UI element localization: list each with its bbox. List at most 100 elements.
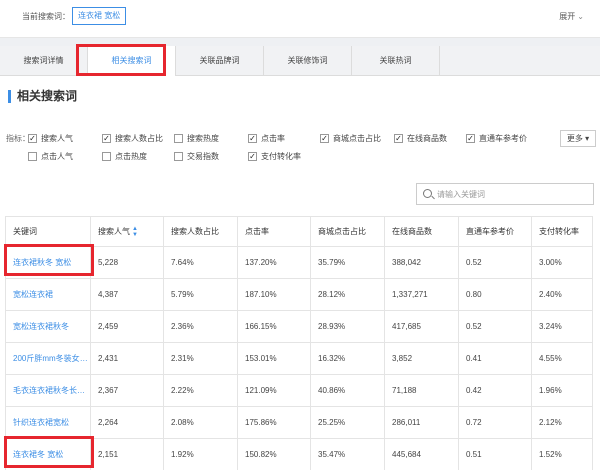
- checkbox[interactable]: ✓: [248, 134, 257, 143]
- keyword-link[interactable]: 毛衣连衣裙秋冬长款...: [5, 374, 91, 407]
- metric-ctr[interactable]: ✓ 点击率: [248, 133, 285, 144]
- tab-search-detail[interactable]: 搜索词详情: [0, 46, 88, 76]
- table-cell: 166.15%: [237, 310, 311, 343]
- metric-online-items[interactable]: ✓ 在线商品数: [394, 133, 447, 144]
- table-cell: 1.52%: [531, 438, 593, 470]
- table-cell: 2,459: [90, 310, 164, 343]
- table-header-row: 关键词 搜索人气 ▲ ▼ 搜索人数占比 点击率 商城点击占比 在线商品数 直通车参考…: [5, 216, 593, 247]
- table-cell: 0.80: [458, 278, 532, 311]
- col-ztc-price[interactable]: 直通车参考价: [458, 216, 532, 247]
- expand-label: 展开: [559, 12, 576, 21]
- col-pay-conversion[interactable]: 支付转化率: [531, 216, 593, 247]
- table-cell: 175.86%: [237, 406, 311, 439]
- checkbox[interactable]: [174, 134, 183, 143]
- expand-toggle[interactable]: 展开 ⌄: [559, 11, 584, 22]
- table-cell: 3.00%: [531, 246, 593, 279]
- checkbox[interactable]: ✓: [320, 134, 329, 143]
- more-button[interactable]: 更多 ▾: [560, 130, 596, 147]
- table-cell: 2,367: [90, 374, 164, 407]
- table-cell: 3,852: [384, 342, 459, 375]
- checkbox[interactable]: ✓: [102, 134, 111, 143]
- keyword-link[interactable]: 宽松连衣裙: [5, 278, 91, 311]
- keyword-search: [416, 183, 594, 205]
- checkbox[interactable]: [102, 152, 111, 161]
- table-cell: 2.22%: [163, 374, 238, 407]
- table-cell: 0.42: [458, 374, 532, 407]
- metric-search-share[interactable]: ✓ 搜索人数占比: [102, 133, 163, 144]
- table-cell: 5.79%: [163, 278, 238, 311]
- col-search-popularity[interactable]: 搜索人气 ▲ ▼: [90, 216, 164, 247]
- checkbox[interactable]: ✓: [394, 134, 403, 143]
- checkbox[interactable]: [28, 152, 37, 161]
- checkbox[interactable]: ✓: [466, 134, 475, 143]
- table-cell: 2.12%: [531, 406, 593, 439]
- sort-icon[interactable]: ▲ ▼: [132, 226, 138, 238]
- checkbox[interactable]: [174, 152, 183, 161]
- table-row: 毛衣连衣裙秋冬长款... 2,367 2.22% 121.09% 40.86% 71,18…: [5, 374, 593, 407]
- table-row: 连衣裙冬 宽松 2,151 1.92% 150.82% 35.47% 445,684 0.5…: [5, 438, 593, 470]
- table-cell: 35.47%: [310, 438, 385, 470]
- checkbox[interactable]: ✓: [28, 134, 37, 143]
- related-terms-table: 关键词 搜索人气 ▲ ▼ 搜索人数占比 点击率 商城点击占比 在线商品数 直通车参考…: [5, 216, 593, 470]
- col-ctr[interactable]: 点击率: [237, 216, 311, 247]
- table-cell: 153.01%: [237, 342, 311, 375]
- current-search-tag[interactable]: 连衣裙 宽松: [72, 7, 127, 25]
- metric-pay-conversion[interactable]: ✓ 支付转化率: [248, 151, 301, 162]
- current-search-label: 当前搜索词：: [22, 12, 70, 21]
- checkbox[interactable]: ✓: [248, 152, 257, 161]
- table-cell: 0.52: [458, 246, 532, 279]
- table-cell: 150.82%: [237, 438, 311, 470]
- table-cell: 5,228: [90, 246, 164, 279]
- table-cell: 71,188: [384, 374, 459, 407]
- table-row: 针织连衣裙宽松 2,264 2.08% 175.86% 25.25% 286,011 0.7…: [5, 406, 593, 439]
- chevron-down-icon: ⌄: [577, 12, 584, 21]
- tab-related-terms[interactable]: 相关搜索词: [88, 46, 176, 77]
- col-search-share[interactable]: 搜索人数占比: [163, 216, 238, 247]
- keyword-link[interactable]: 连衣裙冬 宽松: [5, 438, 91, 470]
- topbar: 当前搜索词： 连衣裙 宽松 展开 ⌄: [0, 0, 600, 38]
- table-cell: 0.41: [458, 342, 532, 375]
- table-cell: 445,684: [384, 438, 459, 470]
- col-online-items[interactable]: 在线商品数: [384, 216, 459, 247]
- tab-related-hot[interactable]: 关联热词: [352, 46, 440, 76]
- table-cell: 2,264: [90, 406, 164, 439]
- table-row: 宽松连衣裙秋冬 2,459 2.36% 166.15% 28.93% 417,685 0.5…: [5, 310, 593, 343]
- metric-mall-click-share[interactable]: ✓ 商城点击占比: [320, 133, 381, 144]
- table-cell: 137.20%: [237, 246, 311, 279]
- table-cell: 2,151: [90, 438, 164, 470]
- table-cell: 0.51: [458, 438, 532, 470]
- table-cell: 25.25%: [310, 406, 385, 439]
- table-cell: 4.55%: [531, 342, 593, 375]
- table-cell: 388,042: [384, 246, 459, 279]
- table-cell: 2.08%: [163, 406, 238, 439]
- metric-ztc-price[interactable]: ✓ 直通车参考价: [466, 133, 527, 144]
- metric-search-heat[interactable]: 搜索热度: [174, 133, 219, 144]
- metric-click-heat[interactable]: 点击热度: [102, 151, 147, 162]
- table-cell: 121.09%: [237, 374, 311, 407]
- table-row: 200斤胖mm冬装女大... 2,431 2.31% 153.01% 16.32% 3,8…: [5, 342, 593, 375]
- table-cell: 187.10%: [237, 278, 311, 311]
- keyword-link[interactable]: 宽松连衣裙秋冬: [5, 310, 91, 343]
- table-cell: 1.92%: [163, 438, 238, 470]
- keyword-link[interactable]: 针织连衣裙宽松: [5, 406, 91, 439]
- col-mall-click-share[interactable]: 商城点击占比: [310, 216, 385, 247]
- table-cell: 1,337,271: [384, 278, 459, 311]
- table-cell: 1.96%: [531, 374, 593, 407]
- tab-related-brand[interactable]: 关联品牌词: [176, 46, 264, 76]
- keyword-link[interactable]: 200斤胖mm冬装女大...: [5, 342, 91, 375]
- table-cell: 2.40%: [531, 278, 593, 311]
- table-cell: 0.72: [458, 406, 532, 439]
- metric-trade-index[interactable]: 交易指数: [174, 151, 219, 162]
- tab-related-modifier[interactable]: 关联修饰词: [264, 46, 352, 76]
- keyword-link[interactable]: 连衣裙秋冬 宽松: [5, 246, 91, 279]
- metric-search-popularity[interactable]: ✓ 搜索人气: [28, 133, 73, 144]
- search-input[interactable]: [437, 187, 587, 201]
- metric-click-popularity[interactable]: 点击人气: [28, 151, 73, 162]
- table-cell: 3.24%: [531, 310, 593, 343]
- table-cell: 2.31%: [163, 342, 238, 375]
- table-row: 连衣裙秋冬 宽松 5,228 7.64% 137.20% 35.79% 388,042 0.…: [5, 246, 593, 279]
- metrics-label: 指标：: [6, 134, 30, 143]
- tab-bar: 搜索词详情 相关搜索词 关联品牌词 关联修饰词 关联热词: [0, 46, 600, 77]
- table-cell: 35.79%: [310, 246, 385, 279]
- table-cell: 2.36%: [163, 310, 238, 343]
